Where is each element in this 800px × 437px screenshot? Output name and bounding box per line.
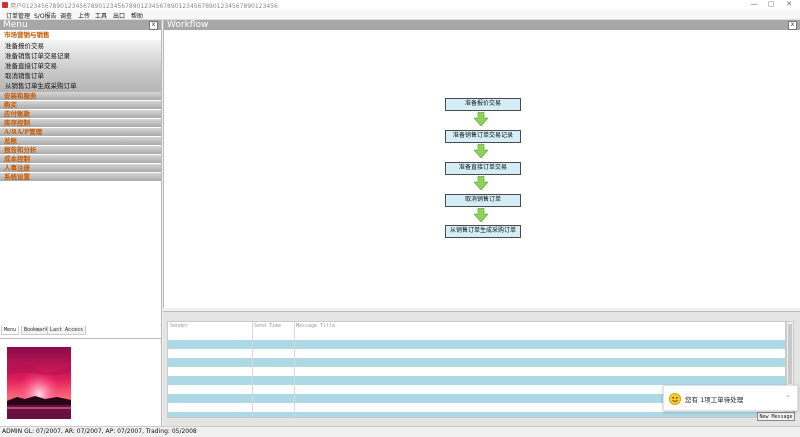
menu-order-management[interactable]: 订单管理 bbox=[6, 11, 30, 20]
menu-group-marketing-sales[interactable]: 市场营销与销售 bbox=[0, 30, 161, 40]
menu-panel: Menu x 市场营销与销售 准备报价交易 准备销售订单交易记录 准备直接订单交… bbox=[0, 20, 162, 338]
menu-so-report[interactable]: S/O报告 bbox=[34, 11, 57, 20]
menu-group-reports-analysis[interactable]: 报告和分析 bbox=[0, 146, 161, 155]
title-bar: 用户01234567890123456789012345678901234567… bbox=[0, 0, 800, 10]
table-row[interactable] bbox=[168, 340, 785, 349]
workflow-step-prepare-quotation[interactable]: 准备报价交易 bbox=[445, 98, 521, 111]
table-row[interactable] bbox=[168, 376, 785, 385]
workflow-step-cancel-sales-order[interactable]: 取消销售订单 bbox=[445, 194, 521, 207]
scrollbar-thumb[interactable] bbox=[788, 324, 792, 384]
arrow-down-icon bbox=[474, 112, 488, 126]
column-divider bbox=[294, 322, 295, 417]
table-row[interactable] bbox=[168, 358, 785, 367]
workflow-panel-header: Workflow x bbox=[164, 20, 800, 30]
notification-text: 您有 1项工单待处理 bbox=[685, 396, 744, 404]
column-divider bbox=[252, 322, 253, 417]
table-row[interactable] bbox=[168, 367, 785, 376]
menu-tools[interactable]: 工具 bbox=[95, 11, 107, 20]
tab-menu[interactable]: Menu bbox=[1, 326, 20, 335]
sunset-image bbox=[7, 347, 71, 419]
chevron-down-icon[interactable]: ⌄ bbox=[785, 391, 791, 399]
picture-box bbox=[0, 338, 162, 426]
menu-group-system-settings[interactable]: 系统设置 bbox=[0, 173, 161, 182]
workflow-panel-close-button[interactable]: x bbox=[788, 21, 797, 30]
smiley-icon bbox=[669, 393, 681, 405]
menu-export[interactable]: 出口 bbox=[113, 11, 125, 20]
app-icon bbox=[2, 2, 8, 8]
menu-group-ar-ap-management[interactable]: A/RA/P管理 bbox=[0, 128, 161, 137]
menu-item-cancel-sales-order[interactable]: 取消销售订单 bbox=[0, 71, 161, 81]
workflow-panel: Workflow x 准备报价交易 准备销售订单交易记录 准备直接订单交易 取消… bbox=[163, 20, 800, 308]
menu-bar: 订单管理 S/O报告 调查 上传 工具 出口 帮助 bbox=[0, 10, 800, 20]
minimize-button[interactable]: — bbox=[746, 0, 762, 10]
menu-group-purchasing[interactable]: 购买 bbox=[0, 101, 161, 110]
menu-panel-title: Menu bbox=[3, 20, 28, 30]
menu-tabs: Menu Bookmark Last Access bbox=[0, 326, 162, 335]
close-window-button[interactable]: ✕ bbox=[781, 0, 797, 10]
menu-help[interactable]: 帮助 bbox=[131, 11, 143, 20]
menu-group-accounts-payable[interactable]: 应付账款 bbox=[0, 110, 161, 119]
menu-item-prepare-quotation[interactable]: 准备报价交易 bbox=[0, 41, 161, 51]
menu-group-cost-control[interactable]: 成本控制 bbox=[0, 155, 161, 164]
arrow-down-icon bbox=[474, 208, 488, 222]
maximize-button[interactable]: ▢ bbox=[763, 0, 779, 10]
menu-group-installation-service[interactable]: 安装和服务 bbox=[0, 92, 161, 101]
status-bar: ADMIN GL: 07/2007, AR: 07/2007, AP: 07/2… bbox=[0, 426, 800, 437]
workflow-panel-title: Workflow bbox=[167, 20, 209, 30]
menu-panel-header: Menu x bbox=[0, 20, 161, 30]
menu-panel-close-button[interactable]: x bbox=[149, 21, 158, 30]
table-row[interactable] bbox=[168, 412, 785, 417]
new-message-button[interactable]: New Message bbox=[757, 412, 795, 421]
menu-upload[interactable]: 上传 bbox=[78, 11, 90, 20]
menu-item-generate-purchase-order[interactable]: 从销售订单生成采购订单 bbox=[0, 81, 161, 91]
arrow-down-icon bbox=[474, 176, 488, 190]
workflow-step-prepare-direct-order[interactable]: 准备直接订单交易 bbox=[445, 162, 521, 175]
menu-item-prepare-sales-order[interactable]: 准备销售订单交易记录 bbox=[0, 51, 161, 61]
column-header-sender[interactable]: Sender bbox=[170, 323, 188, 329]
menu-group-inventory-control[interactable]: 库存控制 bbox=[0, 119, 161, 128]
table-row[interactable] bbox=[168, 331, 785, 340]
window-title: 用户01234567890123456789012345678901234567… bbox=[10, 3, 278, 10]
menu-survey[interactable]: 调查 bbox=[60, 11, 72, 20]
workflow-step-generate-purchase-order[interactable]: 从销售订单生成采购订单 bbox=[445, 225, 521, 238]
status-text: ADMIN GL: 07/2007, AR: 07/2007, AP: 07/2… bbox=[2, 428, 197, 435]
menu-item-prepare-direct-order[interactable]: 准备直接订单交易 bbox=[0, 61, 161, 71]
menu-group-personnel[interactable]: 人事注册 bbox=[0, 164, 161, 173]
arrow-down-icon bbox=[474, 144, 488, 158]
column-header-message-title[interactable]: Message Title bbox=[296, 323, 335, 329]
menu-group-general-ledger[interactable]: 总账 bbox=[0, 137, 161, 146]
tab-last-access[interactable]: Last Access bbox=[47, 326, 87, 335]
table-row[interactable] bbox=[168, 349, 785, 358]
workflow-step-prepare-sales-order[interactable]: 准备销售订单交易记录 bbox=[445, 130, 521, 143]
column-header-send-time[interactable]: Send Time bbox=[254, 323, 281, 329]
menu-submenu: 准备报价交易 准备销售订单交易记录 准备直接订单交易 取消销售订单 从销售订单生… bbox=[0, 40, 161, 92]
notification-toast[interactable]: 您有 1项工单待处理 ⌄ bbox=[663, 385, 798, 411]
